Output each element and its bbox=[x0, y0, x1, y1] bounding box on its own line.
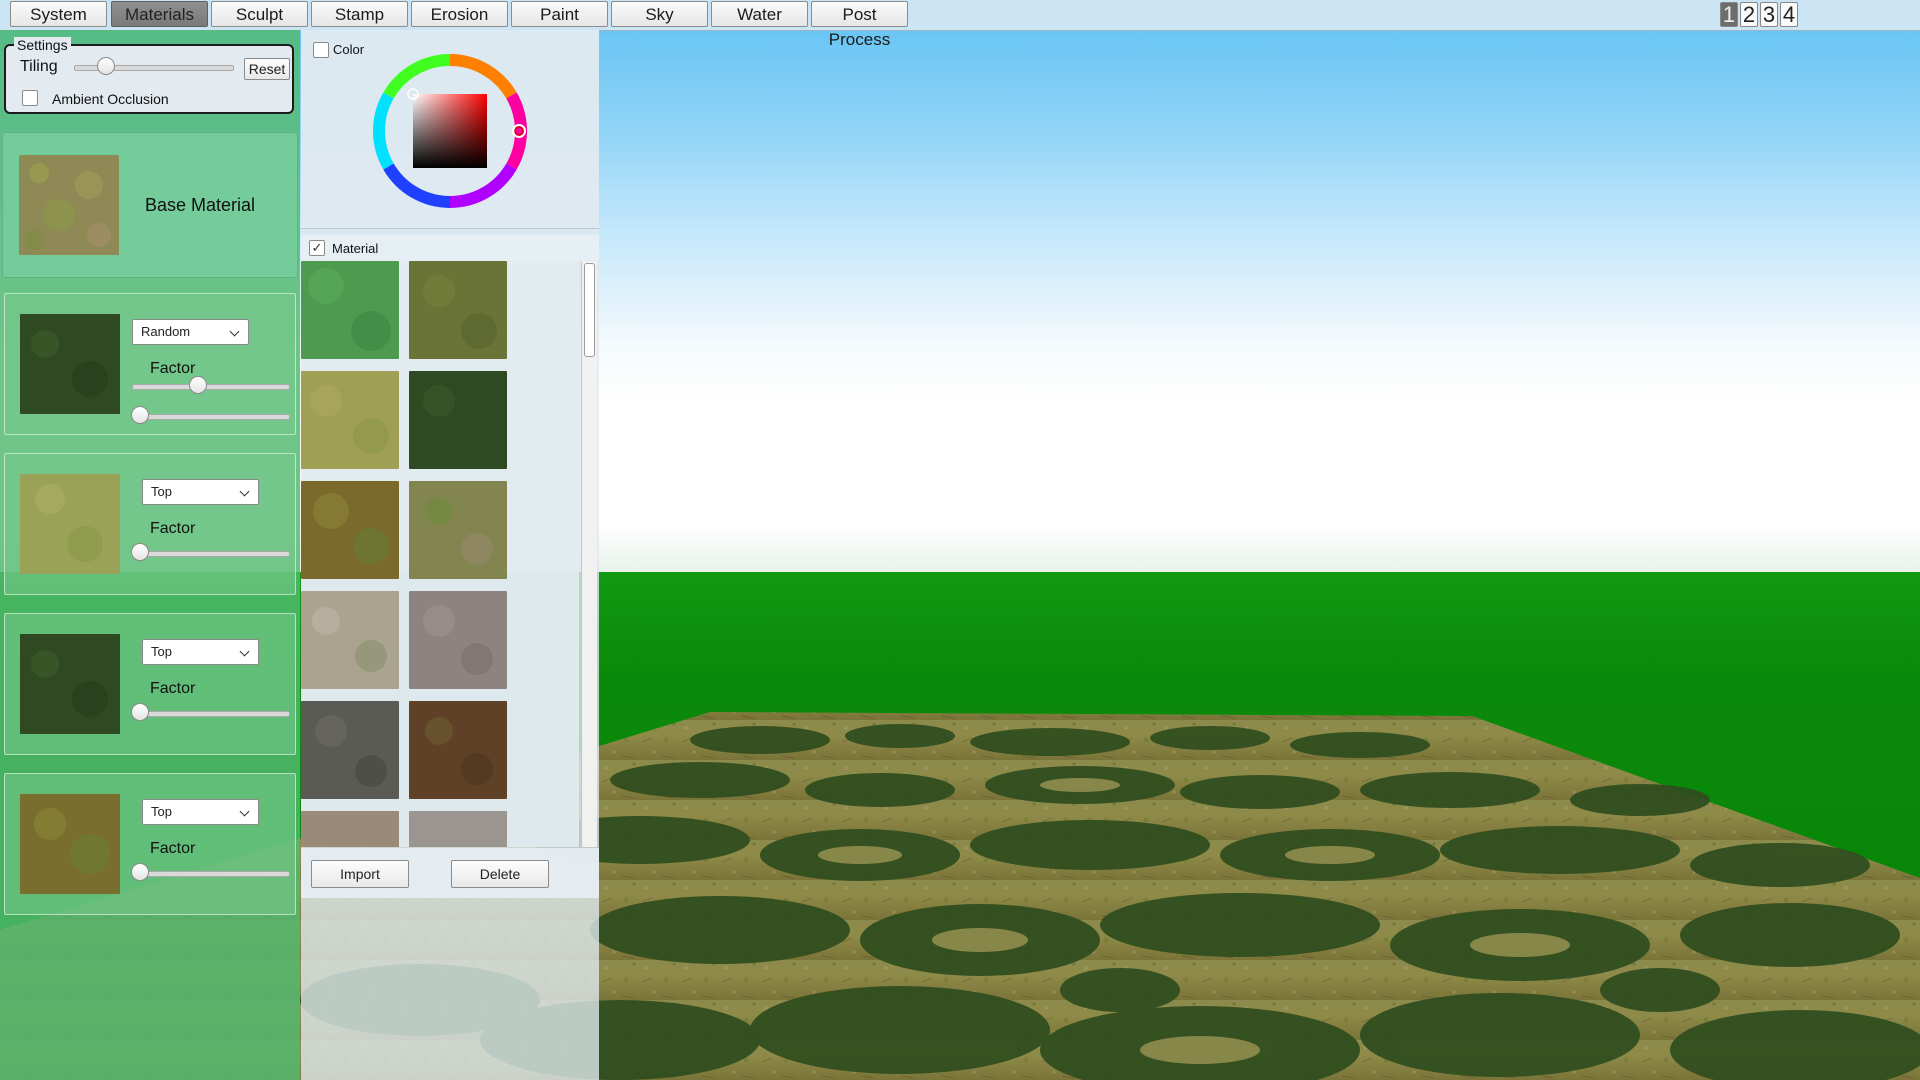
reset-button[interactable]: Reset bbox=[244, 58, 290, 80]
layer-1-factor-slider[interactable] bbox=[132, 376, 290, 394]
ambient-occlusion-checkbox[interactable] bbox=[22, 90, 38, 106]
layer-3-mode-value: Top bbox=[151, 644, 172, 659]
layer-1-mode-dropdown[interactable]: Random bbox=[132, 319, 249, 345]
layer-3-mode-dropdown[interactable]: Top bbox=[142, 639, 259, 665]
chevron-down-icon bbox=[229, 326, 240, 337]
layout-button-4[interactable]: 4 bbox=[1780, 2, 1798, 27]
light-grass-texture-icon[interactable] bbox=[20, 474, 120, 574]
layout-button-1[interactable]: 1 bbox=[1720, 2, 1738, 27]
library-actions: Import Delete bbox=[301, 848, 599, 898]
layer-1-secondary-slider[interactable] bbox=[130, 406, 290, 424]
settings-title: Settings bbox=[14, 37, 71, 53]
material-layer-3: Top Factor bbox=[4, 613, 296, 755]
layer-4-mode-dropdown[interactable]: Top bbox=[142, 799, 259, 825]
material-layer-1: Random Factor bbox=[4, 293, 296, 435]
layer-2-factor-slider[interactable] bbox=[130, 543, 290, 561]
material-layer-2: Top Factor bbox=[4, 453, 296, 595]
mossy-mud-texture-icon[interactable] bbox=[20, 794, 120, 894]
tab-system[interactable]: System bbox=[10, 1, 107, 27]
grass-dirt-texture-icon bbox=[19, 155, 119, 255]
material-checkbox[interactable]: ✓ bbox=[309, 240, 325, 256]
layer-2-factor-thumb[interactable] bbox=[130, 543, 149, 561]
layer-4-factor-slider[interactable] bbox=[130, 863, 290, 881]
layer-1-secondary-thumb[interactable] bbox=[130, 406, 149, 424]
scrollbar-thumb[interactable] bbox=[584, 263, 595, 357]
base-material-label: Base Material bbox=[145, 195, 256, 215]
color-section: Color bbox=[301, 30, 599, 229]
settings-group: Settings Tiling Reset Ambient Occlusion bbox=[4, 37, 294, 114]
ambient-occlusion-label: Ambient Occlusion bbox=[52, 91, 169, 107]
dark-moss-texture-icon[interactable] bbox=[20, 314, 120, 414]
tab-sculpt[interactable]: Sculpt bbox=[211, 1, 308, 27]
layout-button-3[interactable]: 3 bbox=[1760, 2, 1778, 27]
mossy-mud-texture-icon[interactable] bbox=[301, 481, 399, 579]
layer-4-factor-label: Factor bbox=[150, 840, 196, 857]
layer-3-factor-slider[interactable] bbox=[130, 703, 290, 721]
chevron-down-icon bbox=[239, 646, 250, 657]
color-checkbox[interactable] bbox=[313, 42, 329, 58]
color-wheel[interactable] bbox=[373, 54, 527, 208]
dark-moss-texture-icon[interactable] bbox=[409, 371, 507, 469]
material-layers-panel: Settings Tiling Reset Ambient Occlusion … bbox=[0, 30, 300, 1080]
patchy-grass-texture-icon[interactable] bbox=[409, 481, 507, 579]
tiling-slider-thumb[interactable] bbox=[97, 57, 115, 75]
tiling-slider[interactable] bbox=[74, 57, 234, 75]
tab-materials[interactable]: Materials bbox=[111, 1, 208, 27]
tab-stamp[interactable]: Stamp bbox=[311, 1, 408, 27]
dark-rock-texture-icon[interactable] bbox=[301, 701, 399, 799]
rock-texture-icon[interactable] bbox=[409, 591, 507, 689]
main-toolbar: System Materials Sculpt Stamp Erosion Pa… bbox=[0, 0, 1920, 49]
layer-4-factor-thumb[interactable] bbox=[130, 863, 149, 881]
layer-1-mode-value: Random bbox=[141, 324, 191, 339]
material-library-panel: Color ✓ Material Import Delete bbox=[301, 30, 599, 1080]
material-label: Material bbox=[332, 241, 379, 256]
tab-post-process[interactable]: Post Process bbox=[811, 1, 908, 49]
layer-2-mode-value: Top bbox=[151, 484, 172, 499]
layer-3-factor-thumb[interactable] bbox=[130, 703, 149, 721]
green-moss-texture-icon[interactable] bbox=[301, 261, 399, 359]
layer-3-factor-label: Factor bbox=[150, 680, 196, 697]
layer-1-factor-thumb[interactable] bbox=[189, 376, 208, 394]
layer-2-factor-label: Factor bbox=[150, 520, 196, 537]
layer-1-factor-label: Factor bbox=[150, 360, 196, 377]
chevron-down-icon bbox=[239, 486, 250, 497]
tab-water[interactable]: Water bbox=[711, 1, 808, 27]
yellow-grass-texture-icon[interactable] bbox=[301, 371, 399, 469]
olive-grass-texture-icon[interactable] bbox=[409, 261, 507, 359]
gravel-texture-icon[interactable] bbox=[301, 591, 399, 689]
layer-2-mode-dropdown[interactable]: Top bbox=[142, 479, 259, 505]
delete-button[interactable]: Delete bbox=[451, 860, 549, 888]
material-layer-4: Top Factor bbox=[4, 773, 296, 915]
tab-paint[interactable]: Paint bbox=[511, 1, 608, 27]
color-label: Color bbox=[333, 42, 365, 57]
layout-button-2[interactable]: 2 bbox=[1740, 2, 1758, 27]
base-material-card[interactable]: Base Material bbox=[2, 132, 298, 278]
layer-4-mode-value: Top bbox=[151, 804, 172, 819]
chevron-down-icon bbox=[239, 806, 250, 817]
dark-moss-texture-icon[interactable] bbox=[20, 634, 120, 734]
material-section-header: ✓ Material bbox=[301, 235, 599, 261]
tab-sky[interactable]: Sky bbox=[611, 1, 708, 27]
import-button[interactable]: Import bbox=[311, 860, 409, 888]
tab-erosion[interactable]: Erosion bbox=[411, 1, 508, 27]
material-grid-scrollbar[interactable] bbox=[581, 261, 597, 847]
sand-texture-icon[interactable] bbox=[301, 811, 399, 847]
material-grid bbox=[301, 261, 579, 847]
tiling-label: Tiling bbox=[20, 58, 58, 75]
pebble-texture-icon[interactable] bbox=[409, 811, 507, 847]
brown-soil-texture-icon[interactable] bbox=[409, 701, 507, 799]
